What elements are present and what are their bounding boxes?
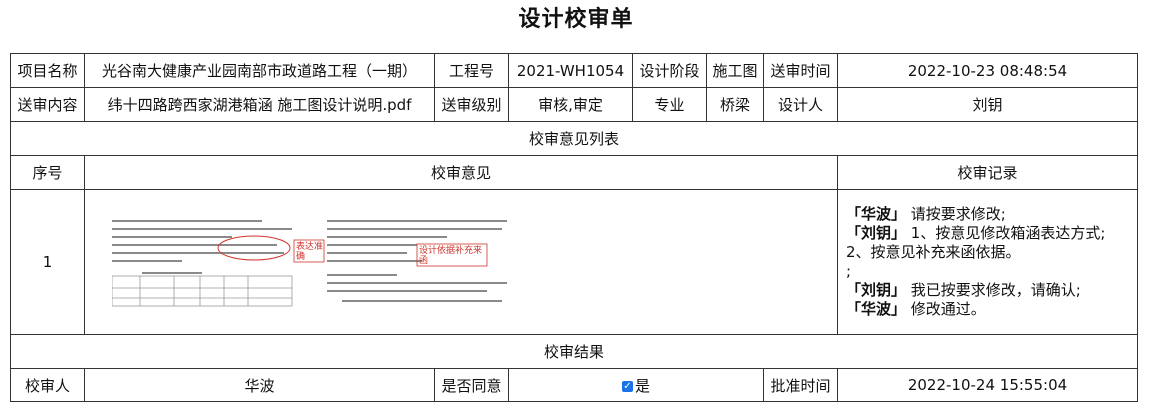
agree-checkbox[interactable]: ✓ xyxy=(621,380,633,392)
record-text: ; xyxy=(846,262,852,280)
document-snapshot-image[interactable]: 表达准 确 设计依据补充来 函 xyxy=(112,216,512,308)
designer-value: 刘钥 xyxy=(837,87,1138,122)
opinion-record-cell: 「华波」 请按要求修改; 「刘钥」 1、按意见修改箱涵表达方式; 2、按意见补充… xyxy=(837,189,1138,335)
record-line-5: 「刘钥」 我已按要求修改，请确认; xyxy=(846,281,1129,300)
record-line-2: 「刘钥」 1、按意见修改箱涵表达方式; xyxy=(846,224,1129,243)
agree-option-label: 是 xyxy=(634,376,650,395)
record-text: 2、按意见补充来函依据。 xyxy=(846,243,1021,261)
submit-time-value: 2022-10-23 08:48:54 xyxy=(837,53,1138,88)
record-text: 修改通过。 xyxy=(910,300,986,318)
record-author: 「华波」 xyxy=(846,205,907,223)
discipline-value: 桥梁 xyxy=(706,87,764,122)
reviewer-value: 华波 xyxy=(84,368,435,402)
project-no-label: 工程号 xyxy=(434,53,509,88)
approve-time-value: 2022-10-24 15:55:04 xyxy=(837,368,1138,402)
snapshot-annotation-text-2: 设计依据补充来 xyxy=(419,244,482,256)
record-text: 我已按要求修改，请确认; xyxy=(910,281,1081,299)
opinions-header-row: 序号 校审意见 校审记录 xyxy=(10,155,1138,190)
project-name-value: 光谷南大健康产业园南部市政道路工程（一期） xyxy=(84,53,435,88)
result-section-title: 校审结果 xyxy=(10,334,1138,369)
agree-label: 是否同意 xyxy=(434,368,509,402)
review-form-table: 项目名称 光谷南大健康产业园南部市政道路工程（一期） 工程号 2021-WH10… xyxy=(10,53,1138,402)
submit-level-label: 送审级别 xyxy=(434,87,509,122)
col-header-no: 序号 xyxy=(10,155,85,190)
submit-level-value: 审核,审定 xyxy=(508,87,633,122)
opinion-no: 1 xyxy=(10,189,85,335)
record-line-4: ; xyxy=(846,262,1129,281)
record-line-1: 「华波」 请按要求修改; xyxy=(846,205,1129,224)
design-stage-value: 施工图 xyxy=(706,53,764,88)
snapshot-annotation-text-2b: 函 xyxy=(419,255,428,266)
col-header-opinion: 校审意见 xyxy=(84,155,838,190)
approve-time-label: 批准时间 xyxy=(763,368,838,402)
snapshot-annotation-text-1: 表达准 xyxy=(296,240,323,252)
header-row-1: 项目名称 光谷南大健康产业园南部市政道路工程（一期） 工程号 2021-WH10… xyxy=(10,53,1138,88)
discipline-label: 专业 xyxy=(632,87,707,122)
record-line-6: 「华波」 修改通过。 xyxy=(846,300,1129,319)
project-no-value: 2021-WH1054 xyxy=(508,53,633,88)
opinions-section-title: 校审意见列表 xyxy=(10,121,1138,156)
result-section-row: 校审结果 xyxy=(10,334,1138,369)
page-title: 设计校审单 xyxy=(518,7,634,32)
opinions-section-row: 校审意见列表 xyxy=(10,121,1138,156)
snapshot-annotation-text-1b: 确 xyxy=(296,250,305,262)
designer-label: 设计人 xyxy=(763,87,838,122)
opinion-snapshot-cell: 表达准 确 设计依据补充来 函 xyxy=(84,189,838,335)
record-author: 「华波」 xyxy=(846,300,907,318)
project-name-label: 项目名称 xyxy=(10,53,85,88)
opinion-row: 1 表达准 确 设计依据补充来 函 「华波」 请按要求修改; 「刘钥」 1、按意… xyxy=(10,189,1138,335)
record-text: 请按要求修改; xyxy=(910,205,1006,223)
agree-cell: ✓ 是 xyxy=(508,368,764,402)
record-text: 1、按意见修改箱涵表达方式; xyxy=(910,224,1106,242)
submit-time-label: 送审时间 xyxy=(763,53,838,88)
result-row: 校审人 华波 是否同意 ✓ 是 批准时间 2022-10-24 15:55:04 xyxy=(10,368,1138,402)
design-stage-label: 设计阶段 xyxy=(632,53,707,88)
reviewer-label: 校审人 xyxy=(10,368,85,402)
col-header-record: 校审记录 xyxy=(837,155,1138,190)
header-row-2: 送审内容 纬十四路跨西家湖港箱涵 施工图设计说明.pdf 送审级别 审核,审定 … xyxy=(10,87,1138,122)
submit-content-link[interactable]: 纬十四路跨西家湖港箱涵 施工图设计说明.pdf xyxy=(84,87,435,122)
submit-content-label: 送审内容 xyxy=(10,87,85,122)
record-line-3: 2、按意见补充来函依据。 xyxy=(846,243,1129,262)
record-author: 「刘钥」 xyxy=(846,281,907,299)
record-author: 「刘钥」 xyxy=(846,224,907,242)
